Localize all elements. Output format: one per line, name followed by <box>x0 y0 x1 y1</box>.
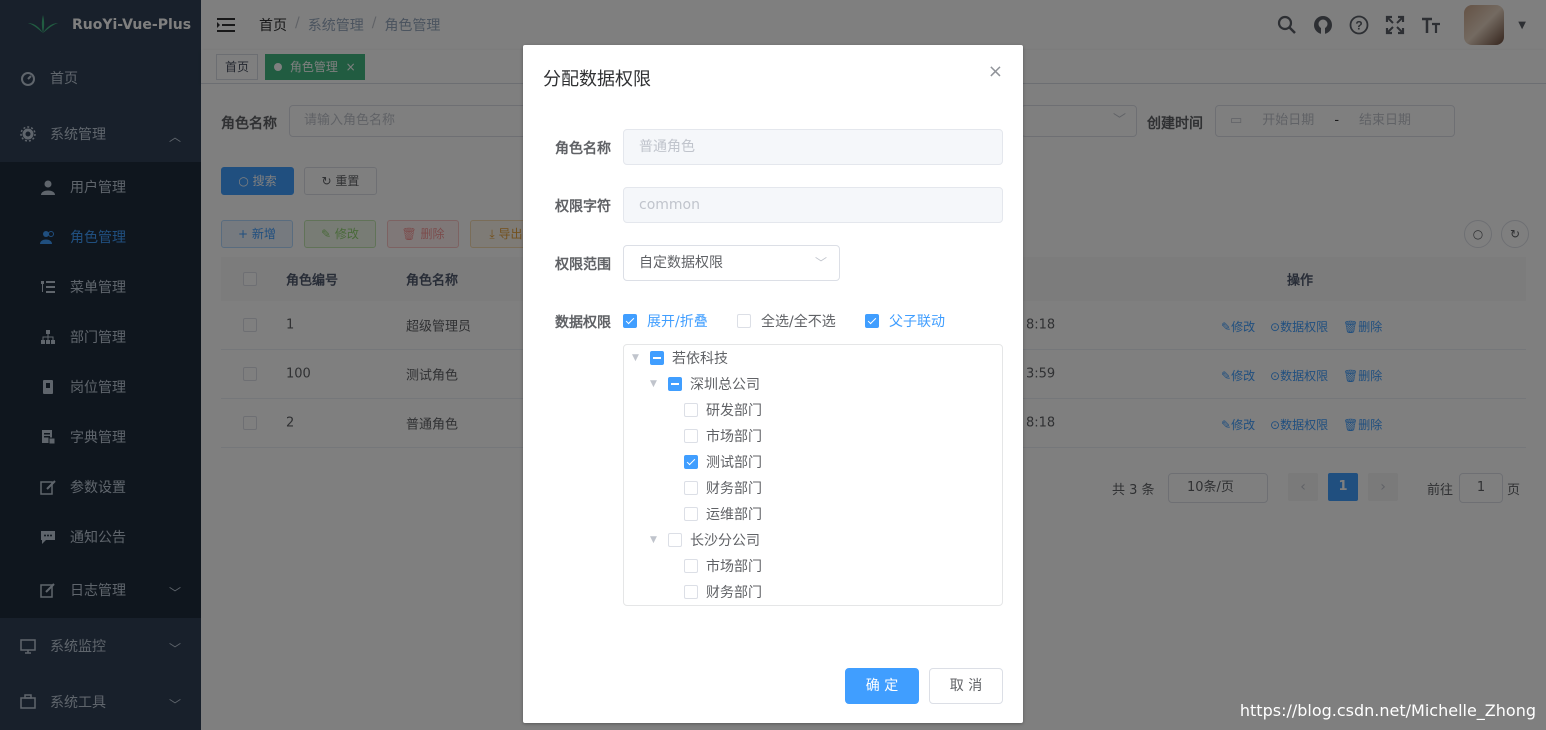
tree-node-label: 市场部门 <box>706 559 762 575</box>
checkbox-checked-icon <box>865 314 879 328</box>
cancel-button[interactable]: 取 消 <box>929 668 1003 704</box>
perm-key-field: common <box>623 187 1003 223</box>
checkbox-checked-icon <box>623 314 637 328</box>
caret-down-icon[interactable]: ▼ <box>632 353 642 363</box>
tree-node-label: 市场部门 <box>706 429 762 445</box>
checkbox-label: 展开/折叠 <box>647 314 708 330</box>
checkbox-icon[interactable] <box>684 585 698 599</box>
data-scope-dialog: 分配数据权限 × 角色名称 普通角色 权限字符 common 权限范围 自定数据… <box>523 45 1023 723</box>
expand-collapse-checkbox[interactable]: 展开/折叠 <box>623 311 708 331</box>
data-scope-label: 数据权限 <box>555 315 611 331</box>
tree-node-label: 研发部门 <box>706 403 762 419</box>
checkbox-icon[interactable] <box>684 559 698 573</box>
role-name-field: 普通角色 <box>623 129 1003 165</box>
checkbox-indeterminate-icon[interactable] <box>650 351 664 365</box>
watermark: https://blog.csdn.net/Michelle_Zhong <box>1239 701 1536 720</box>
tree-node[interactable]: ▼ 若依科技 <box>632 345 728 371</box>
tree-node[interactable]: ▼ 深圳总公司 <box>650 371 760 397</box>
tree-node[interactable]: 测试部门 <box>684 449 762 475</box>
tree-node-label: 财务部门 <box>706 481 762 497</box>
role-name-label: 角色名称 <box>555 141 611 157</box>
scope-select-value: 自定数据权限 <box>639 255 723 271</box>
dialog-title: 分配数据权限 <box>543 69 651 90</box>
checkbox-checked-icon[interactable] <box>684 455 698 469</box>
tree-node[interactable]: 运维部门 <box>684 501 762 527</box>
checkbox-icon <box>737 314 751 328</box>
checkbox-icon[interactable] <box>684 403 698 417</box>
checkbox-icon[interactable] <box>684 429 698 443</box>
tree-node[interactable]: 市场部门 <box>684 423 762 449</box>
tree-node-label: 深圳总公司 <box>690 377 760 393</box>
caret-down-icon[interactable]: ▼ <box>650 535 660 545</box>
checkbox-icon[interactable] <box>684 481 698 495</box>
select-all-checkbox[interactable]: 全选/全不选 <box>737 311 836 331</box>
dept-tree: ▼ 若依科技 ▼ 深圳总公司 研发部门 市场部门 测试部门 财务部门 运维部门 <box>623 344 1003 606</box>
checkbox-icon[interactable] <box>668 533 682 547</box>
caret-down-icon[interactable]: ▼ <box>650 379 660 389</box>
tree-node-label: 财务部门 <box>706 585 762 601</box>
perm-key-label: 权限字符 <box>555 199 611 215</box>
confirm-button[interactable]: 确 定 <box>845 668 919 704</box>
tree-node-label: 长沙分公司 <box>690 533 760 549</box>
scope-select[interactable]: 自定数据权限 ﹀ <box>623 245 840 281</box>
chevron-down-icon: ﹀ <box>814 256 827 270</box>
checkbox-indeterminate-icon[interactable] <box>668 377 682 391</box>
tree-node[interactable]: 研发部门 <box>684 397 762 423</box>
close-icon[interactable]: × <box>988 63 1003 81</box>
checkbox-label: 父子联动 <box>889 314 945 330</box>
tree-node[interactable]: ▼ 长沙分公司 <box>650 527 760 553</box>
parent-child-link-checkbox[interactable]: 父子联动 <box>865 311 945 331</box>
tree-node[interactable]: 市场部门 <box>684 553 762 579</box>
tree-node-label: 运维部门 <box>706 507 762 523</box>
checkbox-icon[interactable] <box>684 507 698 521</box>
tree-node-label: 若依科技 <box>672 351 728 367</box>
checkbox-label: 全选/全不选 <box>761 314 836 330</box>
tree-node[interactable]: 财务部门 <box>684 475 762 501</box>
tree-node[interactable]: 财务部门 <box>684 579 762 605</box>
scope-label: 权限范围 <box>555 257 611 273</box>
tree-node-label: 测试部门 <box>706 455 762 471</box>
